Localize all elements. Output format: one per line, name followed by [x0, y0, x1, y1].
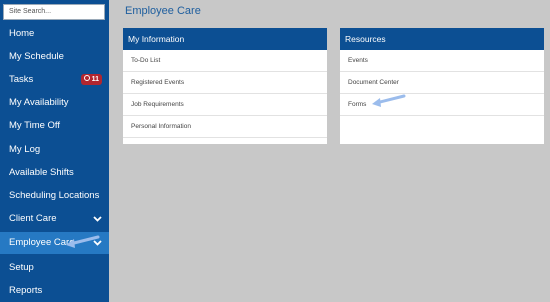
sidebar-item-label: Client Care — [9, 213, 57, 224]
tasks-count-badge: 11 — [80, 74, 102, 85]
annotation-arrow-icon — [66, 235, 100, 248]
panel-my-information: My Information To-Do List Registered Eve… — [123, 28, 327, 144]
sidebar-item-label: My Log — [9, 144, 41, 155]
link-registered-events[interactable]: Registered Events — [123, 72, 327, 94]
sidebar-item-label: My Availability — [9, 97, 69, 108]
link-personal-information[interactable]: Personal Information — [123, 116, 327, 138]
alert-icon — [83, 75, 90, 81]
link-document-center[interactable]: Document Center — [340, 72, 544, 94]
sidebar-item-label: Scheduling Locations — [9, 190, 100, 201]
sidebar-item-available-shifts[interactable]: Available Shifts — [0, 162, 109, 184]
sidebar-item-home[interactable]: Home — [0, 23, 109, 45]
sidebar-item-reports[interactable]: Reports — [0, 280, 109, 302]
link-to-do-list[interactable]: To-Do List — [123, 50, 327, 72]
sidebar-item-label: Available Shifts — [9, 167, 74, 178]
sidebar-item-label: My Schedule — [9, 51, 64, 62]
search-input[interactable]: Site Search... — [3, 4, 105, 20]
sidebar-item-label: Reports — [9, 285, 43, 296]
panel-header: Resources — [340, 28, 544, 50]
sidebar-item-scheduling-locations[interactable]: Scheduling Locations — [0, 185, 109, 207]
badge-count: 11 — [91, 76, 99, 83]
link-events[interactable]: Events — [340, 50, 544, 72]
link-job-requirements[interactable]: Job Requirements — [123, 94, 327, 116]
sidebar-item-label: Tasks — [9, 74, 34, 85]
sidebar-item-my-availability[interactable]: My Availability — [0, 92, 109, 114]
chevron-down-icon[interactable] — [93, 208, 102, 230]
sidebar-item-client-care[interactable]: Client Care — [0, 208, 109, 230]
sidebar-item-label: My Time Off — [9, 120, 61, 131]
sidebar-item-tasks[interactable]: Tasks 11 — [0, 69, 109, 91]
sidebar-item-label: Setup — [9, 262, 34, 273]
sidebar-item-label: Home — [9, 28, 35, 39]
panel-header: My Information — [123, 28, 327, 50]
sidebar-item-my-log[interactable]: My Log — [0, 139, 109, 161]
annotation-arrow-icon — [372, 94, 406, 107]
sidebar: Site Search... Home My Schedule Tasks 11… — [0, 0, 109, 302]
sidebar-item-my-time-off[interactable]: My Time Off — [0, 115, 109, 137]
page-title: Employee Care — [125, 5, 201, 17]
sidebar-item-setup[interactable]: Setup — [0, 257, 109, 279]
panel-resources: Resources Events Document Center Forms — [340, 28, 544, 144]
sidebar-item-my-schedule[interactable]: My Schedule — [0, 46, 109, 68]
